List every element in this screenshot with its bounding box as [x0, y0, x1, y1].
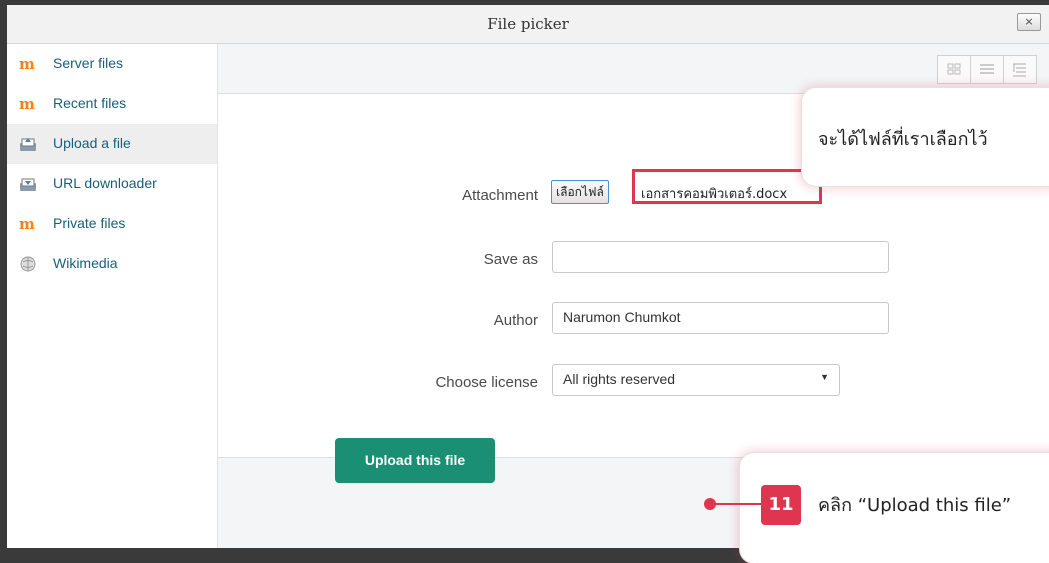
icons-view-button[interactable]	[937, 55, 971, 84]
step-number-badge: 11	[761, 485, 801, 525]
view-switcher	[937, 55, 1049, 84]
moodle-icon: m	[19, 55, 35, 73]
sidebar-item-recent-files[interactable]: m Recent files	[7, 84, 217, 124]
author-label: Author	[493, 312, 538, 329]
tree-view-icon	[1013, 63, 1026, 77]
sidebar-item-label: Wikimedia	[53, 255, 118, 271]
download-icon	[19, 176, 37, 192]
repository-sidebar: m Server files m Recent files Upload a f…	[7, 44, 218, 548]
license-select-value: All rights reserved	[563, 371, 676, 387]
annotation-callout-file-selected: จะได้ไฟล์ที่เราเลือกไว้	[802, 88, 1049, 186]
icons-view-icon	[947, 63, 961, 75]
chevron-down-icon: ▼	[820, 372, 829, 382]
close-button[interactable]: ×	[1017, 13, 1041, 31]
upload-icon	[19, 136, 37, 152]
sidebar-item-label: Upload a file	[53, 135, 131, 151]
sidebar-item-upload-a-file[interactable]: Upload a file	[7, 124, 217, 164]
sidebar-item-label: URL downloader	[53, 175, 157, 191]
wikimedia-icon	[19, 256, 37, 272]
tree-view-button[interactable]	[1003, 55, 1037, 84]
callout-text: จะได้ไฟล์ที่เราเลือกไว้	[818, 129, 988, 150]
sidebar-item-label: Private files	[53, 215, 126, 231]
callout-connector	[712, 503, 762, 505]
sidebar-item-label: Recent files	[53, 95, 127, 111]
file-name-highlight	[632, 169, 822, 204]
attachment-label: Attachment	[462, 187, 538, 204]
save-as-label: Save as	[483, 251, 538, 268]
sidebar-item-server-files[interactable]: m Server files	[7, 44, 217, 84]
title-bar: File picker ×	[7, 5, 1049, 44]
sidebar-item-url-downloader[interactable]: URL downloader	[7, 164, 217, 204]
license-label: Choose license	[435, 374, 538, 391]
choose-file-button[interactable]: เลือกไฟล์	[551, 180, 609, 204]
sidebar-item-private-files[interactable]: m Private files	[7, 204, 217, 244]
author-field[interactable]: Narumon Chumkot	[552, 302, 889, 334]
sidebar-item-label: Server files	[53, 55, 124, 71]
callout-pointer-dot	[704, 498, 716, 510]
save-as-field[interactable]	[552, 241, 889, 273]
moodle-icon: m	[19, 95, 35, 113]
list-view-icon	[980, 64, 994, 74]
upload-this-file-button[interactable]: Upload this file	[335, 438, 495, 483]
sidebar-item-wikimedia[interactable]: Wikimedia	[7, 244, 217, 284]
file-picker-toolbar	[218, 44, 1049, 94]
dialog-title: File picker	[487, 15, 569, 33]
step-instruction-text: คลิก “Upload this file”	[818, 495, 1012, 516]
license-select[interactable]: All rights reserved ▼	[552, 364, 840, 396]
moodle-icon: m	[19, 215, 35, 233]
list-view-button[interactable]	[970, 55, 1004, 84]
